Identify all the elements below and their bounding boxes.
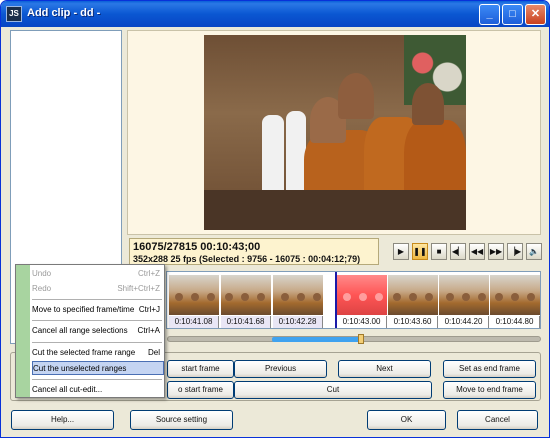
menu-item-undo[interactable]: Undo Ctrl+Z	[32, 267, 164, 281]
video-frame	[204, 35, 466, 230]
fast-forward-icon: ▶▶	[489, 247, 503, 256]
step-forward-button[interactable]: ▕▶	[507, 243, 523, 260]
menu-separator	[32, 299, 162, 300]
stop-button[interactable]: ■	[431, 243, 447, 260]
step-forward-icon: ▕▶	[508, 247, 522, 256]
minimize-button[interactable]: _	[479, 4, 500, 25]
cut-button[interactable]: Cut	[234, 381, 432, 399]
timeline-frame[interactable]	[337, 275, 387, 315]
fast-forward-button[interactable]: ▶▶	[488, 243, 504, 260]
ok-button[interactable]: OK	[367, 410, 446, 430]
volume-button[interactable]: 🔈	[526, 243, 542, 260]
timecode-label: 0:10:43.00	[337, 316, 387, 328]
menu-item-label: Cancel all cut-edit...	[32, 385, 103, 394]
timeline-frame[interactable]	[221, 275, 271, 315]
video-viewer	[127, 30, 541, 235]
menu-item-label: Cancel all range selections	[32, 326, 128, 335]
timecode-label: 0:10:41.08	[169, 316, 219, 328]
timeline-frame[interactable]	[388, 275, 438, 315]
maximize-button[interactable]: □	[502, 4, 523, 25]
menu-separator	[32, 342, 162, 343]
app-icon: JS	[6, 6, 22, 22]
pause-icon: ❚❚	[413, 247, 427, 256]
next-button[interactable]: Next	[338, 360, 431, 378]
menu-gutter	[16, 265, 30, 397]
menu-item-label: Move to specified frame/time	[32, 305, 135, 314]
menu-separator	[32, 320, 162, 321]
menu-item-cancel-ranges[interactable]: Cancel all range selections Ctrl+A	[32, 324, 164, 338]
menu-item-label: Cut the selected frame range	[32, 348, 136, 357]
menu-item-cancel-cut-edit[interactable]: Cancel all cut-edit...	[32, 383, 164, 397]
timecode-label: 0:10:44.20	[439, 316, 489, 328]
timecode-label: 0:10:43.60	[388, 316, 438, 328]
play-icon: ▶	[397, 247, 405, 256]
rewind-icon: ◀◀	[470, 247, 484, 256]
step-back-icon: ◀▏	[451, 247, 465, 256]
set-start-frame-button[interactable]: start frame	[167, 360, 234, 378]
source-setting-button[interactable]: Source setting	[130, 410, 233, 430]
timeline-frame[interactable]	[439, 275, 489, 315]
add-clip-window: JS Add clip - dd - _ □ ✕ 16075/27815 00:…	[0, 0, 550, 438]
menu-item-label: Undo	[32, 269, 52, 278]
timecode-label: 0:10:44.80	[490, 316, 540, 328]
timecode-label: 0:10:41.68	[221, 316, 271, 328]
menu-item-shortcut: Ctrl+J	[138, 305, 160, 314]
window-title: Add clip - dd -	[27, 7, 101, 19]
move-end-frame-button[interactable]: Move to end frame	[443, 381, 536, 399]
menu-item-shortcut: Ctrl+A	[137, 326, 160, 335]
menu-item-cut-unselected[interactable]: Cut the unselected ranges	[32, 361, 164, 375]
menu-item-cut-selected[interactable]: Cut the selected frame range Del	[32, 346, 164, 360]
menu-item-shortcut: Shift+Ctrl+Z	[117, 284, 160, 293]
timeline-frame[interactable]	[490, 275, 540, 315]
frame-position-text: 16075/27815 00:10:43;00	[133, 241, 261, 253]
rewind-button[interactable]: ◀◀	[469, 243, 485, 260]
menu-item-shortcut: Del	[147, 348, 160, 357]
title-bar[interactable]: JS Add clip - dd - _ □ ✕	[1, 1, 549, 27]
help-button[interactable]: Help...	[11, 410, 114, 430]
step-back-button[interactable]: ◀▏	[450, 243, 466, 260]
previous-button[interactable]: Previous	[234, 360, 327, 378]
menu-item-shortcut: Ctrl+Z	[138, 269, 160, 278]
video-format-text: 352x288 25 fps (Selected : 9756 - 16075 …	[133, 254, 361, 264]
menu-item-label: Redo	[32, 284, 52, 293]
menu-item-redo[interactable]: Redo Shift+Ctrl+Z	[32, 282, 164, 296]
pause-button[interactable]: ❚❚	[412, 243, 428, 260]
timeline-frame[interactable]	[273, 275, 323, 315]
position-slider[interactable]	[167, 334, 541, 344]
volume-icon: 🔈	[529, 247, 539, 256]
cancel-button[interactable]: Cancel	[457, 410, 538, 430]
selected-range-bar	[272, 337, 362, 342]
timeline-frame[interactable]	[169, 275, 219, 315]
frame-info-box: 16075/27815 00:10:43;00 352x288 25 fps (…	[129, 238, 379, 265]
move-start-frame-button[interactable]: o start frame	[167, 381, 234, 399]
menu-item-move-to-frame[interactable]: Move to specified frame/time Ctrl+J	[32, 303, 164, 317]
stop-icon: ■	[436, 247, 442, 256]
close-button[interactable]: ✕	[525, 4, 546, 25]
frame-timeline[interactable]: 0:10:41.08 0:10:41.68 0:10:42.28 0:10:43…	[166, 271, 541, 329]
play-button[interactable]: ▶	[393, 243, 409, 260]
slider-handle[interactable]	[358, 334, 364, 344]
menu-item-label: Cut the unselected ranges	[33, 364, 127, 373]
timecode-label: 0:10:42.28	[273, 316, 323, 328]
set-end-frame-button[interactable]: Set as end frame	[443, 360, 536, 378]
menu-separator	[32, 379, 162, 380]
current-frame-cursor	[335, 272, 337, 328]
context-menu: Undo Ctrl+Z Redo Shift+Ctrl+Z Move to sp…	[15, 264, 165, 398]
